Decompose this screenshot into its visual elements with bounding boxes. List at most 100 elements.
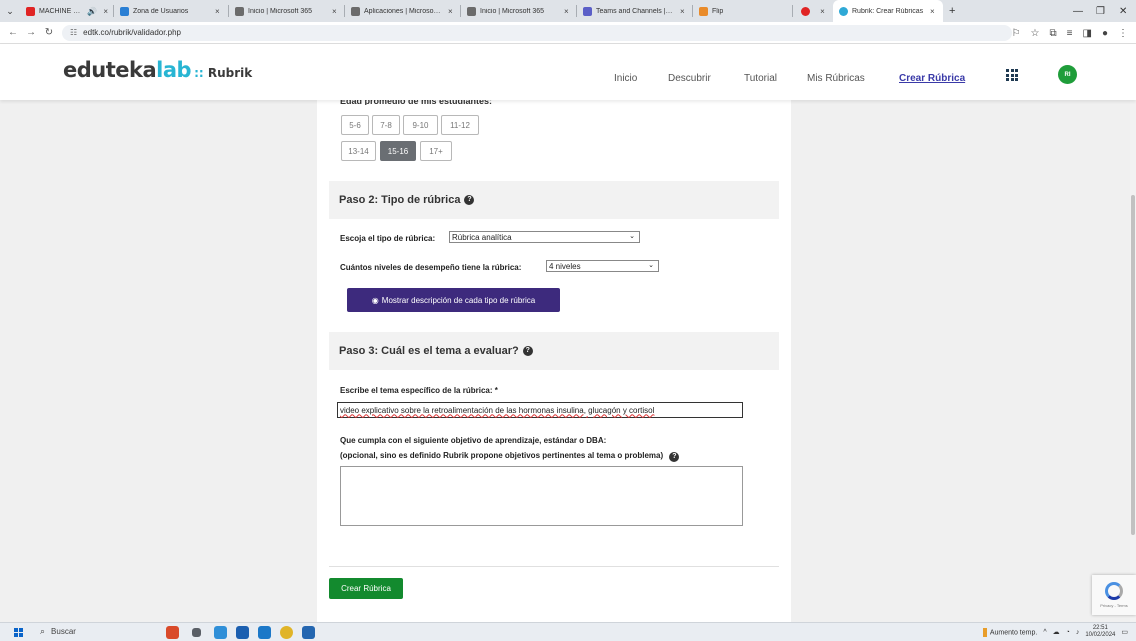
tab-flip[interactable]: Flip	[693, 0, 793, 22]
rubrik-favicon-icon	[839, 6, 848, 16]
tab-close-icon[interactable]: ×	[564, 7, 569, 16]
tab-zona-usuarios[interactable]: Zona de Usuarios ×	[114, 0, 229, 22]
recaptcha-badge[interactable]: Privacy - Terms	[1092, 575, 1136, 615]
help-question-icon[interactable]: ?	[669, 452, 680, 462]
edutekalab-rubrik-logo[interactable]: eduteka lab :: Rubrik	[63, 58, 252, 82]
tab-rubrik-active[interactable]: Rubrik: Crear Rúbricas ×	[833, 0, 943, 22]
forward-arrow-icon[interactable]: →	[22, 27, 40, 38]
reload-icon[interactable]: ↻	[40, 27, 58, 38]
teams-app-icon[interactable]	[302, 626, 315, 639]
nav-descubrir[interactable]: Descubrir	[668, 73, 711, 84]
window-close-icon[interactable]: ✕	[1119, 0, 1127, 22]
microsoft-favicon-icon	[351, 6, 360, 16]
topic-input[interactable]: video explicativo sobre la retroalimenta…	[337, 402, 743, 418]
new-tab-button[interactable]: +	[943, 0, 963, 22]
sidebar-icon[interactable]: ◨	[1083, 28, 1092, 39]
tab-close-icon[interactable]: ×	[680, 7, 685, 16]
levels-label: Cuántos niveles de desempeño tiene la rú…	[340, 263, 522, 272]
minimize-icon[interactable]: —	[1073, 0, 1083, 22]
age-option-9-10[interactable]: 9-10	[403, 115, 438, 135]
reading-list-icon[interactable]: ≡	[1067, 28, 1073, 39]
task-view-icon[interactable]	[192, 628, 201, 637]
form-divider	[329, 566, 779, 567]
rubric-type-select[interactable]: Rúbrica analítica ⌄	[449, 231, 640, 243]
youtube-favicon-icon	[26, 6, 35, 16]
age-option-5-6[interactable]: 5-6	[341, 115, 369, 135]
age-option-13-14[interactable]: 13-14	[341, 141, 376, 161]
nav-mis-rubricas[interactable]: Mis Rúbricas	[807, 73, 865, 84]
step2-header: Paso 2: Tipo de rúbrica ?	[329, 181, 779, 219]
recording-favicon-icon	[801, 6, 811, 16]
volume-icon[interactable]: ♪	[1076, 629, 1080, 636]
weather-widget[interactable]: Aumento temp.	[982, 627, 1037, 637]
tab-close-icon[interactable]: ×	[448, 7, 453, 16]
bookmark-star-icon[interactable]: ☆	[1031, 28, 1040, 39]
browser-menu-icon[interactable]: ⋮	[1118, 28, 1128, 39]
age-option-17-plus[interactable]: 17+	[420, 141, 452, 161]
notification-icon[interactable]: ▭	[1121, 628, 1128, 636]
extensions-icon[interactable]: ⧉	[1050, 28, 1057, 39]
help-question-icon[interactable]: ?	[522, 346, 533, 356]
step3-title: Paso 3: Cuál es el tema a evaluar?	[339, 345, 519, 357]
topic-label: Escribe el tema específico de la rúbrica…	[340, 386, 498, 395]
taskbar-search[interactable]: ⌕ Buscar	[40, 626, 76, 637]
age-option-15-16[interactable]: 15-16	[380, 141, 416, 161]
site-favicon-icon	[120, 6, 129, 16]
profile-icon[interactable]: ●	[1102, 28, 1108, 39]
help-question-icon[interactable]: ?	[464, 195, 475, 205]
show-description-button[interactable]: ◉ Mostrar descripción de cada tipo de rú…	[347, 288, 560, 312]
crear-rubrica-button[interactable]: Crear Rúbrica	[329, 578, 403, 599]
teams-favicon-icon	[583, 6, 592, 16]
restore-icon[interactable]: ❐	[1096, 0, 1105, 22]
site-info-icon[interactable]: ☷	[70, 28, 77, 37]
tab-close-icon[interactable]: ×	[930, 7, 935, 16]
tab-microsoft-365-b[interactable]: Inicio | Microsoft 365 ×	[461, 0, 577, 22]
network-icon[interactable]: ◔	[1066, 629, 1070, 636]
chrome-icon[interactable]	[280, 626, 293, 639]
topic-input-value: video explicativo sobre la retroalimenta…	[340, 405, 655, 415]
nav-tutorial[interactable]: Tutorial	[744, 73, 777, 84]
step2-title: Paso 2: Tipo de rúbrica	[339, 194, 461, 206]
system-tray: Aumento temp. ^ ☁ ◔ ♪ 22:51 10/02/2024 ▭	[982, 625, 1128, 639]
tab-close-icon[interactable]: ×	[820, 7, 825, 16]
translate-icon[interactable]: ⚐	[1012, 28, 1021, 39]
scrollbar-thumb[interactable]	[1131, 195, 1135, 535]
file-explorer-icon[interactable]	[214, 626, 227, 639]
store-icon[interactable]	[236, 626, 249, 639]
thermometer-icon	[982, 627, 987, 637]
windows-start-icon[interactable]	[14, 628, 23, 637]
tray-chevron-icon[interactable]: ^	[1043, 629, 1046, 636]
page-scrollbar[interactable]	[1130, 100, 1136, 622]
levels-select[interactable]: 4 niveles ⌄	[546, 260, 659, 272]
tab-recording[interactable]: ×	[793, 0, 833, 22]
url-text: edtk.co/rubrik/validador.php	[83, 28, 182, 37]
onedrive-icon[interactable]: ☁	[1053, 628, 1060, 636]
tab-close-icon[interactable]: ×	[215, 7, 220, 16]
objective-textarea[interactable]	[340, 466, 743, 526]
tab-search-icon[interactable]: ⌄	[0, 0, 20, 22]
tab-close-icon[interactable]: ×	[103, 7, 108, 16]
recaptcha-icon	[1105, 582, 1123, 600]
nav-inicio[interactable]: Inicio	[614, 73, 637, 84]
tab-aplicaciones[interactable]: Aplicaciones | Microsoft 3 ×	[345, 0, 461, 22]
widget-icon[interactable]	[166, 626, 179, 639]
browser-toolbar: ⚐ ☆ ⧉ ≡ ◨ ● ⋮	[1012, 22, 1128, 44]
back-arrow-icon[interactable]: ←	[4, 27, 22, 38]
rubric-type-label: Escoja el tipo de rúbrica:	[340, 234, 436, 243]
mail-icon[interactable]	[258, 626, 271, 639]
age-option-7-8[interactable]: 7-8	[372, 115, 400, 135]
tab-machine-head[interactable]: MACHINE HEAD - Th 🔊 ×	[20, 0, 114, 22]
url-field[interactable]: ☷ edtk.co/rubrik/validador.php	[62, 24, 1012, 41]
user-avatar[interactable]: RI	[1058, 65, 1077, 84]
clock[interactable]: 22:51 10/02/2024	[1085, 625, 1115, 639]
nav-crear-rubrica[interactable]: Crear Rúbrica	[899, 73, 965, 84]
age-option-11-12[interactable]: 11-12	[441, 115, 479, 135]
browser-address-bar: ← → ↻ ☷ edtk.co/rubrik/validador.php ⚐ ☆…	[0, 22, 1136, 44]
tab-teams-channels[interactable]: Teams and Channels | Go ×	[577, 0, 693, 22]
flip-favicon-icon	[699, 6, 708, 16]
tab-close-icon[interactable]: ×	[332, 7, 337, 16]
screen: ⌄ MACHINE HEAD - Th 🔊 × Zona de Usuarios…	[0, 0, 1136, 641]
tab-microsoft-365-a[interactable]: Inicio | Microsoft 365 ×	[229, 0, 345, 22]
microsoft-favicon-icon	[467, 6, 476, 16]
apps-grid-icon[interactable]	[1006, 69, 1018, 81]
